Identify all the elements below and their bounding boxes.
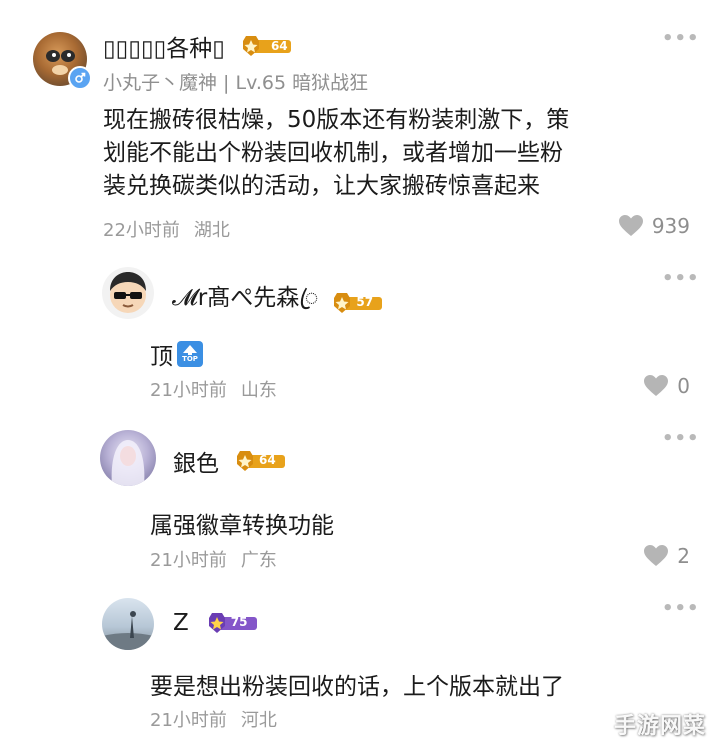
heart-icon — [618, 215, 643, 236]
rank-badge-icon: 64 — [229, 450, 287, 472]
comment-time: 21小时前 — [150, 710, 227, 731]
avatar[interactable] — [102, 598, 154, 650]
badge-level: 64 — [270, 39, 288, 53]
user-subtitle: 小丸子丶魔神 | Lv.65 暗狱战狂 — [103, 72, 369, 94]
like-count: 939 — [651, 214, 690, 238]
like-button[interactable]: 2 — [643, 544, 690, 568]
male-icon — [68, 66, 92, 90]
heart-icon — [644, 375, 669, 396]
badge-level: 57 — [356, 294, 374, 309]
like-count: 2 — [677, 544, 690, 568]
username[interactable]: Z — [173, 610, 189, 636]
heart-icon — [644, 545, 669, 566]
comment-text-line: 现在搬砖很枯燥，50版本还有粉装刺激下，策 — [103, 107, 570, 133]
top-arrow-icon: TOP — [177, 341, 203, 367]
comment-location: 湖北 — [193, 220, 230, 241]
comment-location: 广东 — [240, 550, 277, 571]
more-dots-icon[interactable]: ••• — [662, 598, 700, 619]
avatar[interactable] — [100, 430, 156, 486]
like-button[interactable]: 0 — [643, 374, 690, 398]
badge-level: 64 — [259, 453, 276, 467]
like-count: 0 — [677, 374, 690, 398]
username[interactable]: 𝓜r髙ぺ先森ꦿ — [172, 278, 318, 327]
like-button[interactable]: 939 — [618, 214, 690, 238]
reply-text: 顶 — [150, 344, 173, 370]
reply-text: 要是想出粉装回收的话，上个版本就出了 — [150, 674, 564, 700]
comment-text-line: 划能不能出个粉装回收机制，或者增加一些粉 — [103, 140, 563, 166]
username[interactable]: ▯▯▯▯▯各种▯ — [103, 29, 225, 63]
reply-text: 属强徽章转换功能 — [150, 513, 334, 539]
comment-time: 21小时前 — [150, 380, 227, 401]
comment-text: 现在搬砖很枯燥，50版本还有粉装刺激下，策 划能不能出个粉装回收机制，或者增加一… — [103, 104, 569, 203]
avatar[interactable] — [102, 267, 154, 319]
comment-text-line: 装兑换碳类似的活动，让大家搬砖惊喜起来 — [103, 173, 540, 199]
username[interactable]: 銀色 — [173, 444, 219, 478]
rank-badge-icon: 75 — [201, 612, 259, 634]
more-dots-icon[interactable]: ••• — [662, 268, 700, 289]
rank-badge-icon: 57 — [326, 292, 384, 314]
more-dots-icon[interactable]: ••• — [662, 28, 700, 49]
more-dots-icon[interactable]: ••• — [662, 428, 700, 449]
watermark: 手游网菜 — [614, 714, 707, 739]
badge-level: 75 — [230, 615, 248, 629]
comment-time: 21小时前 — [150, 550, 227, 571]
comment-location: 山东 — [240, 380, 277, 401]
comment-time: 22小时前 — [103, 220, 180, 241]
comment-location: 河北 — [240, 710, 277, 731]
top-label: TOP — [182, 355, 198, 363]
